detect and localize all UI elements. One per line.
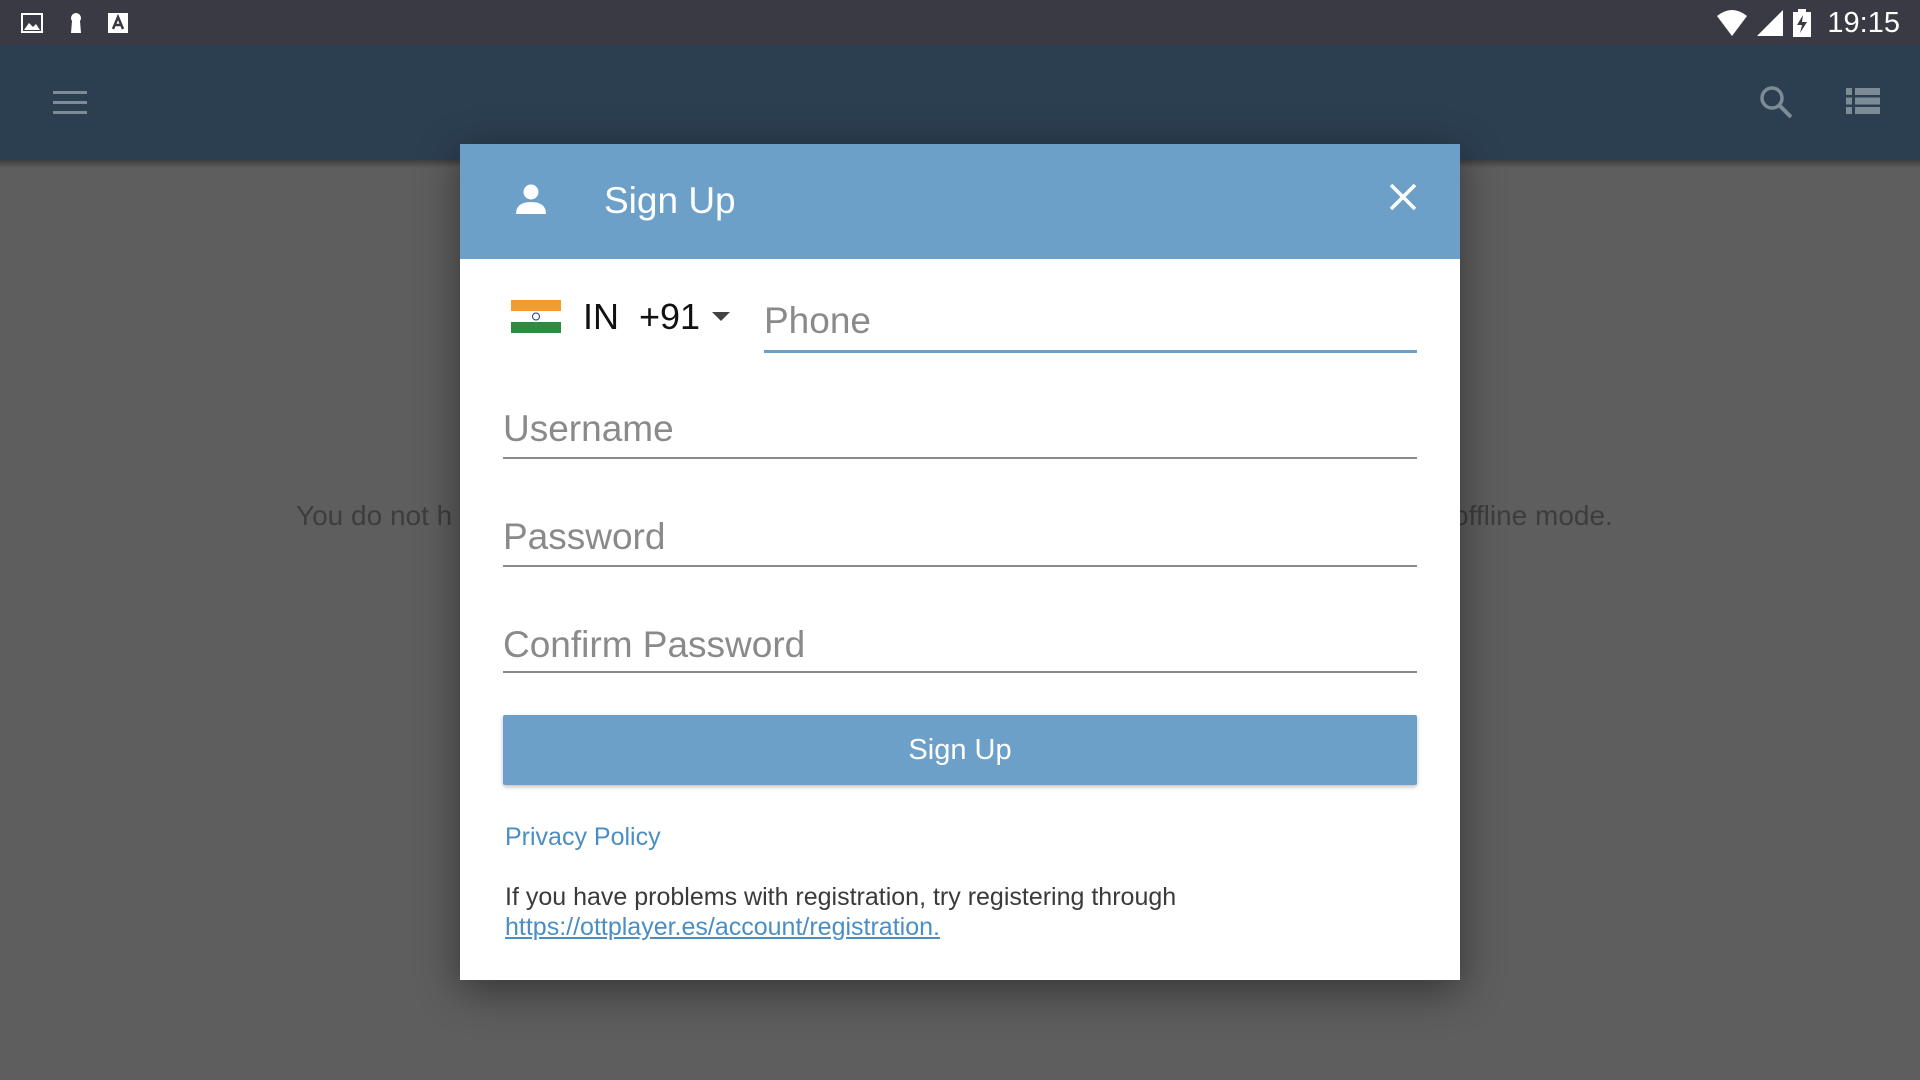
dropdown-caret-icon[interactable]	[712, 312, 730, 321]
password-underline	[503, 565, 1417, 567]
keyhole-icon	[71, 13, 81, 33]
status-right: 19:15	[1717, 6, 1900, 40]
menu-icon[interactable]	[50, 88, 90, 118]
font-a-icon	[108, 13, 128, 33]
confirm-password-input[interactable]	[503, 620, 1413, 670]
signup-button[interactable]: Sign Up	[503, 715, 1417, 785]
close-icon[interactable]	[1388, 182, 1418, 212]
dialog-header: Sign Up	[460, 144, 1460, 259]
privacy-policy-link[interactable]: Privacy Policy	[505, 823, 661, 852]
background-message-right: offline mode.	[1453, 500, 1613, 531]
battery-charging-icon	[1793, 9, 1812, 37]
background-message-left: You do not h	[296, 500, 453, 531]
signup-dialog: Sign Up IN +91 Sign Up Privacy Policy If…	[460, 144, 1460, 980]
phone-underline	[764, 350, 1417, 353]
image-icon	[21, 13, 43, 33]
username-input[interactable]	[503, 404, 1413, 454]
phone-input[interactable]	[764, 296, 1414, 346]
registration-help-text: If you have problems with registration, …	[505, 883, 1177, 911]
wifi-icon	[1717, 10, 1748, 36]
password-input[interactable]	[503, 512, 1413, 562]
registration-link[interactable]: https://ottplayer.es/account/registratio…	[505, 913, 940, 941]
india-flag-icon	[511, 300, 561, 333]
status-bar: 19:15	[0, 0, 1920, 45]
search-icon[interactable]	[1758, 84, 1794, 120]
dialog-title: Sign Up	[604, 180, 736, 221]
confirm-password-underline	[503, 671, 1417, 673]
app-bar	[0, 45, 1920, 160]
username-underline	[503, 457, 1417, 459]
list-view-icon[interactable]	[1846, 86, 1880, 116]
registration-help: If you have problems with registration, …	[505, 882, 1425, 942]
user-icon	[516, 184, 546, 214]
status-time: 19:15	[1827, 6, 1900, 39]
country-code-label: IN +91	[583, 296, 701, 337]
signal-icon	[1757, 10, 1784, 36]
